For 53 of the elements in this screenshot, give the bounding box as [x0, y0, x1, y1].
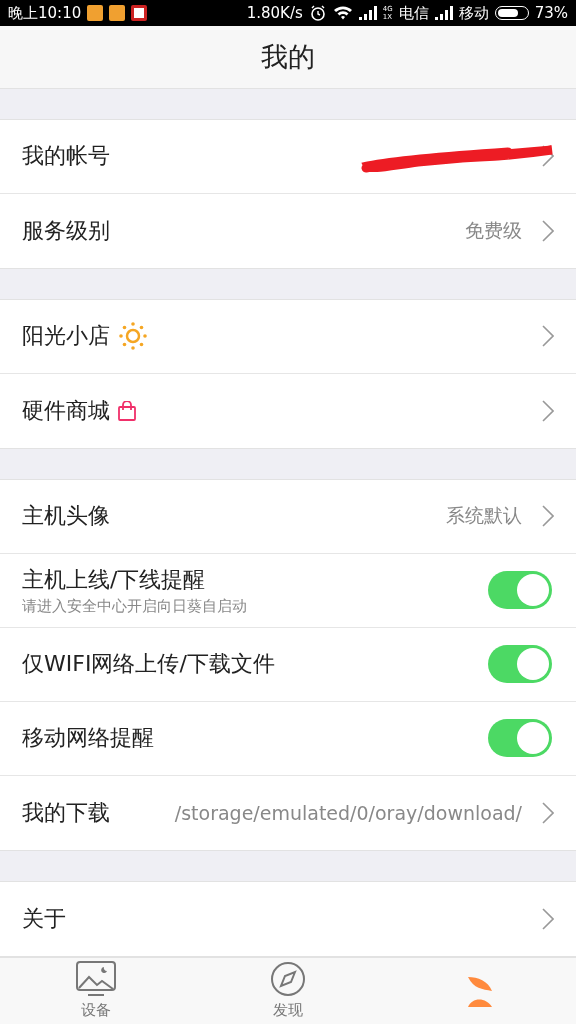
- page-title: 我的: [261, 40, 315, 74]
- toggle-switch[interactable]: [488, 645, 552, 684]
- carrier-name: 电信: [398, 3, 429, 23]
- row-label: 硬件商城: [22, 396, 110, 425]
- chevron-right-icon: [542, 505, 554, 528]
- toggle-switch[interactable]: [488, 719, 552, 758]
- status-time: 晚上10:10: [8, 3, 82, 23]
- tab-item[interactable]: 发现: [192, 957, 384, 1024]
- settings-row[interactable]: 我的帐号: [0, 119, 576, 194]
- chevron-right-icon: [542, 399, 554, 422]
- chevron-right-icon: [542, 801, 554, 824]
- row-label: 主机上线/下线提醒: [22, 565, 206, 594]
- notification-icon: [87, 5, 104, 22]
- row-label: 服务级别: [22, 216, 110, 245]
- row-value: 系统默认: [446, 503, 522, 529]
- row-label: 移动网络提醒: [22, 724, 154, 753]
- compass-icon: [270, 961, 306, 998]
- row-label: 我的帐号: [22, 142, 110, 171]
- settings-row[interactable]: 主机上线/下线提醒 请进入安全中心开启向日葵自启动: [0, 553, 576, 628]
- settings-row[interactable]: 关于: [0, 881, 576, 956]
- row-value: /storage/emulated/0/oray/download/: [174, 801, 522, 824]
- row-label: 关于: [22, 904, 66, 933]
- chevron-right-icon: [542, 907, 554, 930]
- settings-row[interactable]: 硬件商城: [0, 373, 576, 448]
- toggle-switch[interactable]: [488, 571, 552, 610]
- sun-icon: [118, 321, 148, 352]
- settings-row[interactable]: 移动网络提醒: [0, 701, 576, 776]
- row-label: 我的下载: [22, 798, 110, 827]
- settings-row[interactable]: 我的下载 /storage/emulated/0/oray/download/: [0, 775, 576, 850]
- row-value: 免费级: [465, 217, 522, 243]
- signal-icon: [358, 6, 377, 21]
- tab-item[interactable]: 设备: [0, 957, 192, 1024]
- picture-frame-icon: [76, 961, 116, 998]
- notification-icon: [109, 5, 126, 22]
- chevron-right-icon: [542, 325, 554, 348]
- row-label: 主机头像: [22, 502, 110, 531]
- row-hint: 请进入安全中心开启向日葵自启动: [22, 596, 248, 616]
- shopping-bag-icon: [118, 400, 136, 421]
- settings-row[interactable]: 仅WIFI网络上传/下载文件: [0, 627, 576, 702]
- chevron-right-icon: [542, 145, 554, 168]
- carrier-name: 移动: [458, 3, 489, 23]
- network-speed: 1.80K/s: [246, 4, 303, 23]
- chevron-right-icon: [542, 219, 554, 242]
- settings-row[interactable]: 阳光小店: [0, 299, 576, 374]
- settings-row[interactable]: 主机头像 系统默认: [0, 479, 576, 554]
- battery-percent: 73%: [534, 4, 568, 23]
- notification-icon: [131, 5, 148, 22]
- wifi-icon: [332, 5, 353, 22]
- signal-icon: [434, 6, 453, 21]
- settings-row[interactable]: 服务级别 免费级: [0, 193, 576, 268]
- row-label: 仅WIFI网络上传/下载文件: [22, 650, 275, 679]
- alarm-icon: [308, 4, 327, 23]
- row-label: 阳光小店: [22, 322, 110, 351]
